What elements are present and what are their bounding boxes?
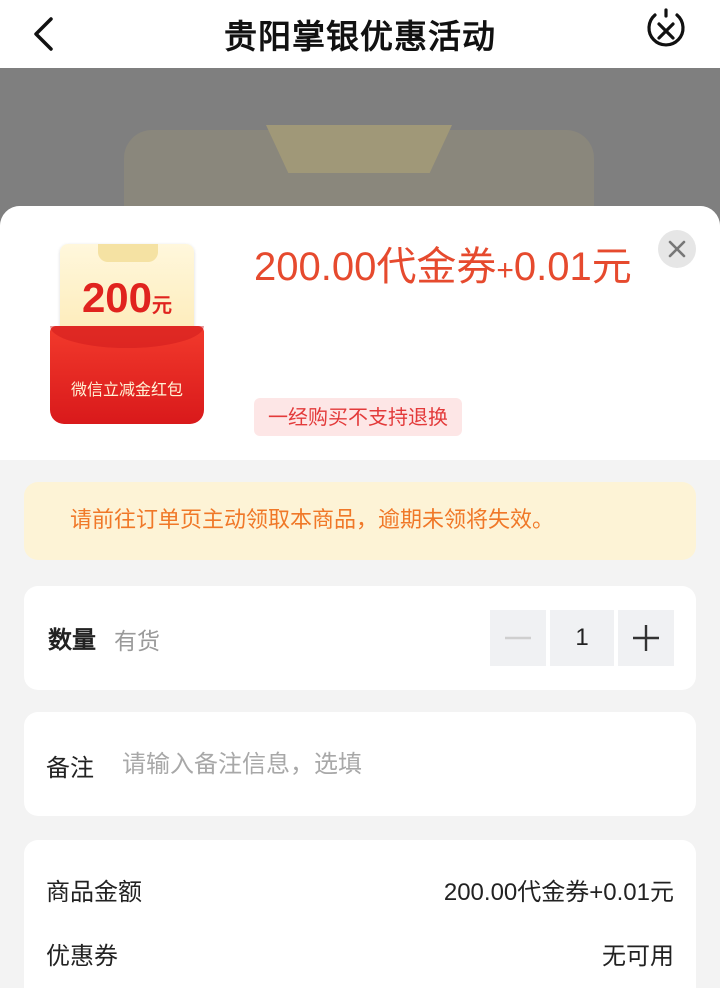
plus-icon [633, 625, 659, 651]
decrease-button[interactable] [490, 610, 546, 666]
summary-label: 优惠券 [46, 942, 118, 970]
voucher-amount: 200元 [50, 274, 204, 322]
dim-overlay[interactable] [0, 68, 720, 228]
notice-banner: 请前往订单页主动领取本商品，逾期未领将失效。 [24, 482, 696, 560]
red-envelope: 微信立减金红包 [50, 326, 204, 424]
price-main: 200.00代金券 [254, 245, 497, 289]
voucher-notch [98, 244, 158, 262]
purchase-sheet: 微信立减金红包 200元 200.00代金券+0.01元 一经购买不支持退换 请… [0, 206, 720, 988]
quantity-value[interactable]: 1 [550, 610, 614, 666]
summary-card: 商品金额 200.00代金券+0.01元 优惠券 无可用 [24, 840, 696, 988]
note-card: 备注 [24, 712, 696, 816]
stock-status: 有货 [114, 629, 160, 655]
back-button[interactable] [22, 12, 66, 56]
sheet-close-button[interactable] [658, 230, 696, 268]
minus-icon [505, 636, 531, 640]
no-refund-tag: 一经购买不支持退换 [254, 398, 462, 436]
nav-bar: 贵阳掌银优惠活动 [0, 0, 720, 68]
summary-value: 200.00代金券+0.01元 [443, 879, 674, 906]
summary-row-amount: 商品金额 200.00代金券+0.01元 [46, 872, 674, 907]
product-header: 微信立减金红包 200元 200.00代金券+0.01元 一经购买不支持退换 [0, 206, 720, 460]
increase-button[interactable] [618, 610, 674, 666]
product-price: 200.00代金券+0.01元 [254, 234, 632, 292]
close-icon [668, 240, 686, 258]
note-label: 备注 [46, 754, 94, 782]
summary-row-coupon[interactable]: 优惠券 无可用 [46, 936, 674, 971]
voucher-amount-number: 200 [81, 274, 153, 321]
summary-value: 无可用 [602, 942, 674, 970]
chevron-left-icon [34, 17, 53, 51]
quantity-card: 数量 有货 1 [24, 586, 696, 690]
voucher-label: 微信立减金红包 [70, 380, 183, 399]
voucher-amount-unit: 元 [152, 295, 173, 317]
price-plus: + [496, 254, 514, 287]
summary-label: 商品金额 [46, 878, 142, 906]
background-card-tab [266, 125, 452, 173]
close-mini-program-button[interactable] [644, 8, 688, 52]
product-image: 微信立减金红包 200元 [50, 244, 204, 424]
close-circle-icon [647, 8, 685, 47]
price-cash: 0.01元 [513, 245, 632, 289]
note-input[interactable] [122, 738, 662, 790]
quantity-label: 数量 [48, 626, 96, 654]
quantity-stepper[interactable]: 1 [490, 610, 674, 666]
page-title: 贵阳掌银优惠活动 [224, 17, 496, 56]
